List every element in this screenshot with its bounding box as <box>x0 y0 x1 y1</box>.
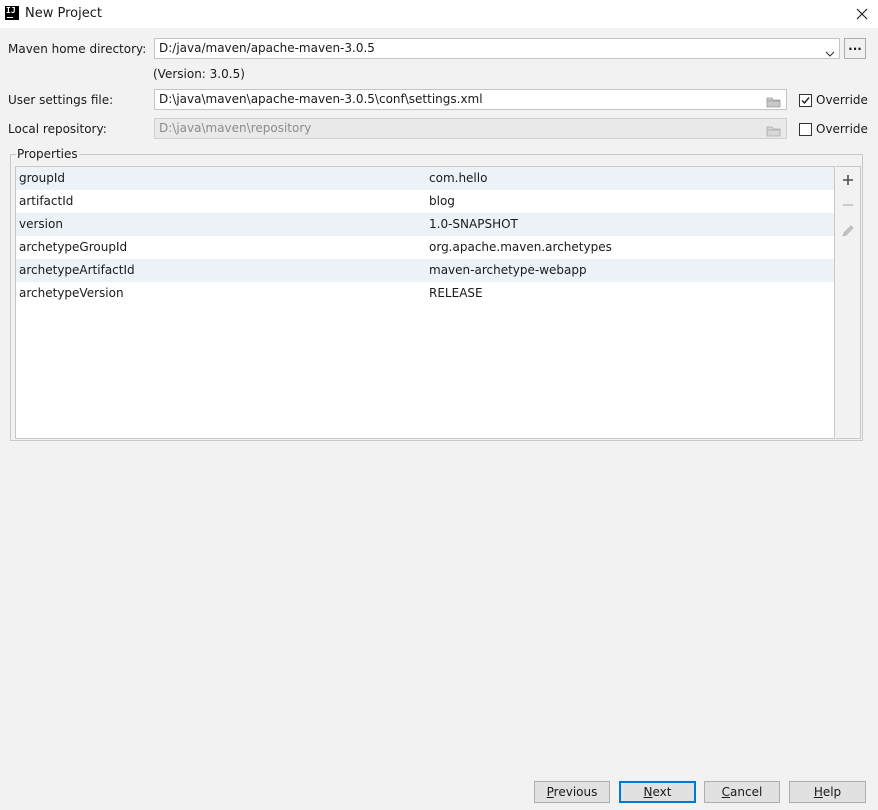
property-value: maven-archetype-webapp <box>429 263 587 277</box>
maven-home-value: D:/java/maven/apache-maven-3.0.5 <box>159 41 375 55</box>
plus-icon[interactable] <box>840 172 856 188</box>
maven-home-label: Maven home directory: <box>8 42 147 56</box>
intellij-app-icon: IJ <box>5 6 19 20</box>
previous-mnemonic: P <box>546 785 554 799</box>
previous-button[interactable]: Previous <box>534 781 610 803</box>
next-label: ext <box>652 785 672 799</box>
user-settings-override-checkbox[interactable]: Override <box>799 92 868 108</box>
table-row[interactable]: artifactId blog <box>16 190 834 213</box>
help-mnemonic: H <box>813 785 823 799</box>
folder-icon <box>766 124 781 138</box>
next-button[interactable]: Next <box>619 781 696 803</box>
checkbox-box[interactable] <box>799 93 812 107</box>
property-value: RELEASE <box>429 286 483 300</box>
window-title: New Project <box>25 6 102 21</box>
previous-label: revious <box>553 785 598 799</box>
minus-icon[interactable] <box>840 197 856 213</box>
next-mnemonic: N <box>643 785 653 799</box>
local-repository-input: D:\java\maven\repository <box>154 118 787 139</box>
property-key: artifactId <box>19 194 74 208</box>
property-key: archetypeArtifactId <box>19 263 135 277</box>
chevron-down-icon[interactable] <box>825 45 835 58</box>
user-settings-value: D:\java\maven\apache-maven-3.0.5\conf\se… <box>159 92 483 106</box>
cancel-label: ancel <box>730 785 763 799</box>
maven-home-browse-button[interactable]: ... <box>844 38 866 59</box>
property-value: 1.0-SNAPSHOT <box>429 217 518 231</box>
properties-legend: Properties <box>16 147 79 161</box>
checkbox-box[interactable] <box>799 122 812 136</box>
local-repository-override-label: Override <box>816 122 868 136</box>
table-row[interactable]: archetypeArtifactId maven-archetype-weba… <box>16 259 834 282</box>
folder-icon[interactable] <box>766 95 781 109</box>
local-repository-label: Local repository: <box>8 122 107 136</box>
pencil-icon[interactable] <box>840 223 856 239</box>
local-repository-override-checkbox[interactable]: Override <box>799 121 868 137</box>
close-button[interactable] <box>852 4 872 24</box>
property-value: blog <box>429 194 455 208</box>
properties-table[interactable]: groupId com.hello artifactId blog versio… <box>15 166 835 439</box>
table-row[interactable]: groupId com.hello <box>16 167 834 190</box>
user-settings-override-label: Override <box>816 93 868 107</box>
help-button[interactable]: Help <box>789 781 866 803</box>
cancel-mnemonic: C <box>721 785 731 799</box>
close-icon <box>852 4 872 24</box>
maven-version-note: (Version: 3.0.5) <box>153 67 245 81</box>
property-key: archetypeGroupId <box>19 240 128 254</box>
property-key: version <box>19 217 63 231</box>
property-key: archetypeVersion <box>19 286 124 300</box>
table-row[interactable]: archetypeVersion RELEASE <box>16 282 834 305</box>
user-settings-input[interactable]: D:\java\maven\apache-maven-3.0.5\conf\se… <box>154 89 787 110</box>
table-row[interactable]: version 1.0-SNAPSHOT <box>16 213 834 236</box>
property-value: com.hello <box>429 171 488 185</box>
cancel-button[interactable]: Cancel <box>704 781 780 803</box>
property-value: org.apache.maven.archetypes <box>429 240 612 254</box>
properties-toolbar <box>836 166 861 439</box>
title-bar: IJ New Project <box>0 0 878 28</box>
help-label: elp <box>822 785 842 799</box>
local-repository-value: D:\java\maven\repository <box>159 121 312 135</box>
user-settings-label: User settings file: <box>8 93 114 107</box>
checkmark-icon <box>801 96 810 104</box>
table-row[interactable]: archetypeGroupId org.apache.maven.archet… <box>16 236 834 259</box>
property-key: groupId <box>19 171 66 185</box>
maven-home-combobox[interactable]: D:/java/maven/apache-maven-3.0.5 <box>154 38 840 59</box>
